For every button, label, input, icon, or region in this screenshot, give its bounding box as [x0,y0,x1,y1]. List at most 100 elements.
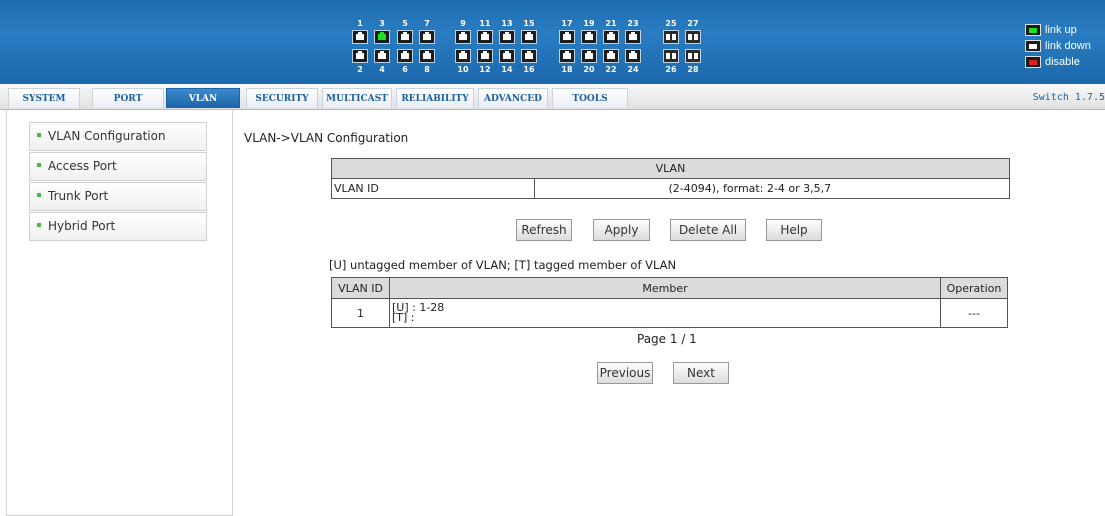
port-number-label: 10 [457,65,469,74]
port-panel: 1 2 3 4 5 6 7 8 9 10 11 12 13 14 15 16 17 18 19 20 21 22 23 24 2… [0,0,1105,84]
sidebar: VLAN Configuration Access Port Trunk Por… [6,110,233,516]
sfp-port-icon [663,49,679,63]
ethernet-port-icon[interactable] [499,49,515,63]
ethernet-port-icon[interactable] [559,30,575,44]
sidebar-item-trunk-port[interactable]: Trunk Port [29,182,207,211]
port-number-label: 27 [687,19,699,28]
ethernet-port-icon[interactable] [455,49,471,63]
ethernet-port-icon[interactable] [374,49,390,63]
port-number-label: 23 [627,19,639,28]
port-number-label: 22 [605,65,617,74]
version-label: Switch 1.7.5 [1032,92,1105,103]
sidebar-item-label: VLAN Configuration [48,129,166,143]
ethernet-port-icon[interactable] [419,49,435,63]
port-number-label: 19 [583,19,595,28]
ethernet-port-icon[interactable] [499,30,515,44]
port-number-label: 4 [379,65,385,74]
column-header-operation: Operation [940,277,1008,299]
column-header-member: Member [389,277,941,299]
ethernet-port-icon[interactable] [521,49,537,63]
ethernet-port-icon[interactable] [559,49,575,63]
sfp-port-icon [685,30,701,44]
page-indicator: Page 1 / 1 [637,332,697,346]
next-button[interactable]: Next [673,362,729,384]
ethernet-port-icon[interactable] [477,49,493,63]
cell-operation: --- [940,298,1008,328]
tab-tools[interactable]: TOOLS [552,88,628,108]
cell-vlan-id: 1 [331,298,390,328]
member-legend: [U] untagged member of VLAN; [T] tagged … [329,258,677,272]
ethernet-port-icon[interactable] [521,30,537,44]
delete-all-button[interactable]: Delete All [670,219,746,241]
port-number-label: 15 [523,19,535,28]
ethernet-port-icon[interactable] [603,49,619,63]
port-legend: link up link down disable [1025,22,1105,70]
port-number-label: 5 [402,19,408,28]
ethernet-port-icon[interactable] [352,49,368,63]
tab-system[interactable]: SYSTEM [8,88,80,108]
sidebar-item-vlan-configuration[interactable]: VLAN Configuration [29,122,207,151]
legend-disable: disable [1025,54,1105,70]
ethernet-port-icon[interactable] [419,30,435,44]
ethernet-port-icon[interactable] [352,30,368,44]
tab-advanced[interactable]: ADVANCED [478,88,548,108]
port-number-label: 14 [501,65,513,74]
ethernet-port-icon[interactable] [625,30,641,44]
bullet-icon [37,133,41,137]
vlan-id-label: VLAN ID [331,178,535,199]
port-number-label: 12 [479,65,491,74]
ethernet-port-icon[interactable] [581,30,597,44]
apply-button[interactable]: Apply [593,219,650,241]
port-number-label: 6 [402,65,408,74]
port-number-label: 17 [561,19,573,28]
ethernet-port-icon[interactable] [603,30,619,44]
refresh-button[interactable]: Refresh [516,219,572,241]
bullet-icon [37,193,41,197]
vlan-id-cell: (2-4094), format: 2-4 or 3,5,7 [534,178,1010,199]
sidebar-item-access-port[interactable]: Access Port [29,152,207,181]
main-content: VLAN->VLAN Configuration VLAN VLAN ID (2… [233,110,1105,516]
port-number-label: 1 [357,19,363,28]
link-up-icon [1025,24,1041,36]
sidebar-item-hybrid-port[interactable]: Hybrid Port [29,212,207,241]
sfp-port-icon [663,30,679,44]
top-nav: SYSTEM PORT VLAN SECURITY MULTICAST RELI… [0,84,1105,110]
vlan-form-header: VLAN [331,158,1010,179]
vlan-form-table: VLAN VLAN ID (2-4094), format: 2-4 or 3,… [331,158,1010,199]
port-number-label: 28 [687,65,699,74]
port-number-label: 21 [605,19,617,28]
port-number-label: 13 [501,19,513,28]
vlan-id-input[interactable] [535,179,665,198]
legend-link-up: link up [1025,22,1105,38]
port-number-label: 26 [665,65,677,74]
tab-multicast[interactable]: MULTICAST [322,88,392,108]
port-number-label: 2 [357,65,363,74]
ethernet-port-icon[interactable] [477,30,493,44]
cell-member: [U] : 1-28 [T] : [389,298,941,328]
tab-security[interactable]: SECURITY [246,88,318,108]
tab-vlan[interactable]: VLAN [166,88,240,108]
legend-disable-label: disable [1045,56,1080,68]
previous-button[interactable]: Previous [597,362,653,384]
port-number-label: 3 [379,19,385,28]
ethernet-port-icon[interactable] [374,30,390,44]
disable-icon [1025,56,1041,68]
port-number-label: 8 [424,65,430,74]
sidebar-item-label: Hybrid Port [48,219,116,233]
sfp-port-icon [685,49,701,63]
untagged-members: [U] : 1-28 [392,301,445,314]
ethernet-port-icon[interactable] [397,49,413,63]
ethernet-port-icon[interactable] [625,49,641,63]
help-button[interactable]: Help [766,219,822,241]
port-number-label: 11 [479,19,491,28]
tab-reliability[interactable]: RELIABILITY [396,88,474,108]
vlan-member-table: VLAN ID Member Operation 1 [U] : 1-28 [T… [331,277,1008,328]
ethernet-port-icon[interactable] [581,49,597,63]
ethernet-port-icon[interactable] [397,30,413,44]
table-header-row: VLAN ID Member Operation [331,277,1008,299]
legend-link-down: link down [1025,38,1105,54]
vlan-id-hint: (2-4094), format: 2-4 or 3,5,7 [668,181,832,195]
tagged-members: [T] : [392,311,415,324]
tab-port[interactable]: PORT [92,88,164,108]
ethernet-port-icon[interactable] [455,30,471,44]
